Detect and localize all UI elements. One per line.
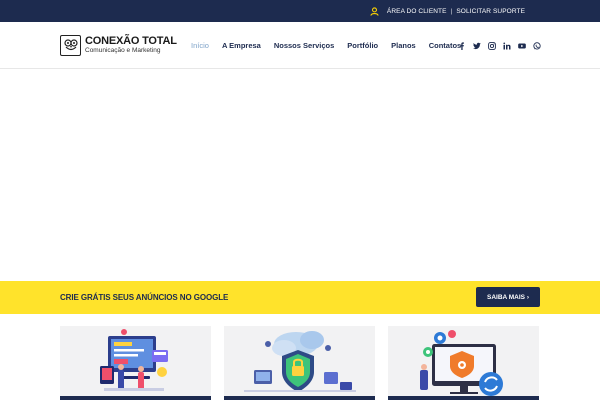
nav-item-a-empresa[interactable]: A Empresa [222, 41, 261, 50]
linkedin-icon[interactable] [503, 41, 511, 50]
card-bottom-bar [60, 396, 211, 400]
nav-item-contatos[interactable]: Contatos [429, 41, 462, 50]
promo-text: CRIE GRÁTIS SEUS ANÚNCIOS NO GOOGLE [60, 293, 229, 302]
web-design-illustration [100, 329, 168, 391]
twitter-icon[interactable] [473, 42, 481, 50]
logo[interactable]: CONEXÃO TOTAL Comunicação e Marketing [60, 33, 177, 57]
nav-item-inicio[interactable]: Início [191, 41, 209, 50]
instagram-icon[interactable] [488, 41, 496, 50]
top-links: ÁREA DO CLIENTE | SOLICITAR SUPORTE [370, 0, 525, 22]
main-nav: Início A Empresa Nossos Serviços Portfól… [191, 22, 461, 69]
whatsapp-icon[interactable] [533, 41, 541, 50]
logo-owl-icon [60, 34, 81, 56]
youtube-icon[interactable] [518, 42, 526, 50]
service-card-security[interactable] [224, 326, 375, 400]
card-bottom-bar [224, 396, 375, 400]
nav-item-planos[interactable]: Planos [391, 41, 416, 50]
service-card-web-design[interactable] [60, 326, 211, 400]
card-bottom-bar [388, 396, 539, 400]
saiba-mais-button[interactable]: SAIBA MAIS › [476, 287, 540, 307]
top-bar: ÁREA DO CLIENTE | SOLICITAR SUPORTE [0, 0, 600, 22]
client-area-link[interactable]: ÁREA DO CLIENTE [387, 8, 447, 15]
nav-item-nossos-servicos[interactable]: Nossos Serviços [274, 41, 334, 50]
user-icon [370, 6, 379, 16]
security-cloud-illustration [244, 331, 356, 392]
nav-item-portfolio[interactable]: Portfólio [347, 41, 378, 50]
support-link[interactable]: SOLICITAR SUPORTE [456, 8, 525, 15]
top-separator: | [450, 7, 453, 15]
social-links [458, 22, 541, 69]
facebook-icon[interactable] [458, 41, 466, 50]
hero-slider [0, 70, 600, 281]
site-header: CONEXÃO TOTAL Comunicação e Marketing In… [0, 22, 600, 69]
maintenance-update-illustration [420, 330, 503, 396]
logo-title: CONEXÃO TOTAL [85, 34, 177, 47]
logo-subtitle: Comunicação e Marketing [85, 46, 161, 54]
service-card-maintenance[interactable] [388, 326, 539, 400]
